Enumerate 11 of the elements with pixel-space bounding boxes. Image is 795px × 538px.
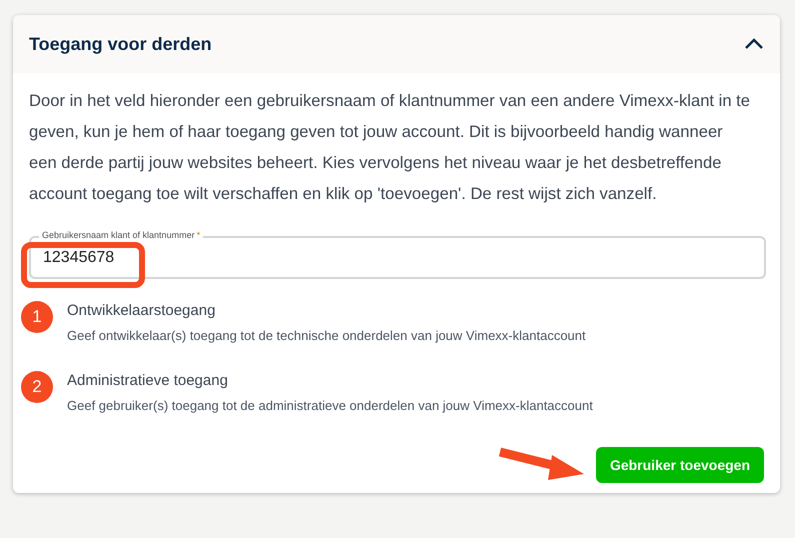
chevron-up-icon[interactable] — [744, 38, 764, 50]
panel-header[interactable]: Toegang voor derden — [13, 15, 780, 73]
field-value: 12345678 — [43, 246, 752, 270]
number-badge: 2 — [21, 371, 53, 403]
panel-title: Toegang voor derden — [29, 32, 212, 56]
option-title[interactable]: Administratieve toegang — [67, 371, 764, 391]
description-text: Door in het veld hieronder een gebruikersnaam of klantnummer van een andere Vimexx-klant in te geven, kun je hem of haar toegang geven tot jouw account. Dit is bijvoorbeeld handig wanneer een derde partij jouw websites beheert. Kies vervolgens het niveau waar je het desbetreffende account toegang toe wilt verschaffen en klik op 'toevoegen'. De rest wijst zich vanzelf. — [29, 90, 751, 205]
option-title[interactable]: Ontwikkelaarstoegang — [67, 301, 764, 321]
option-description: Geef gebruiker(s) toegang tot de administratieve onderdelen van jouw Vimexx-klantaccount — [67, 397, 594, 415]
number-badge: 1 — [21, 301, 53, 333]
option-description: Geef ontwikkelaar(s) toegang tot de technische onderdelen van jouw Vimexx-klantaccount — [67, 327, 587, 345]
